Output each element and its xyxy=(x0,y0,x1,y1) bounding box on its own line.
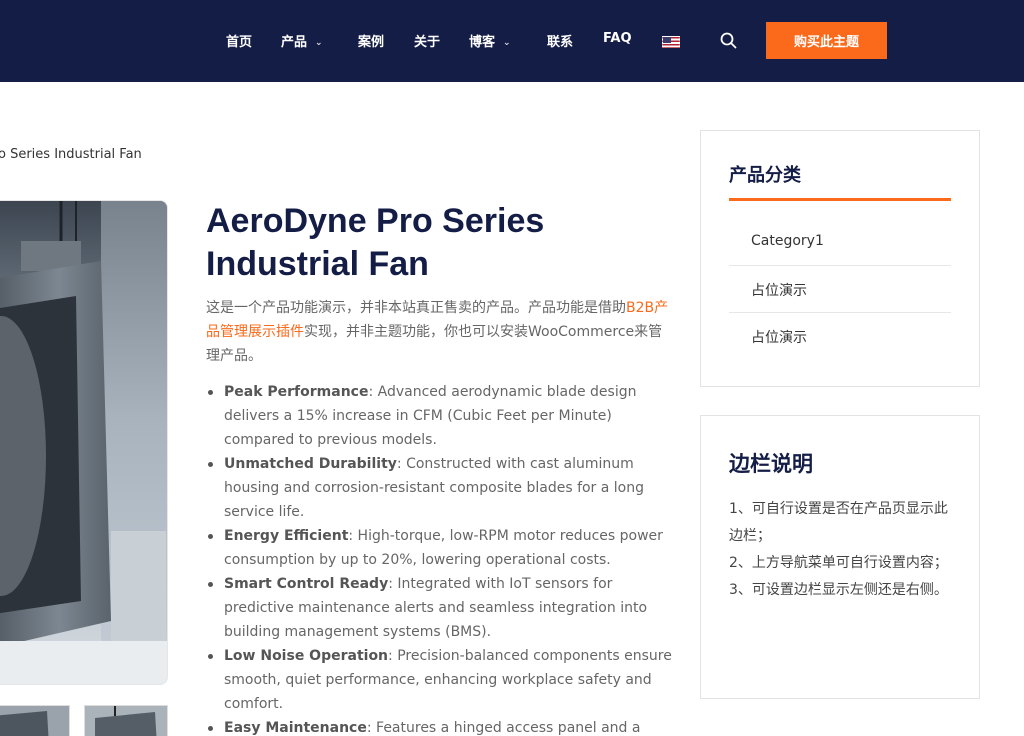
nav-home[interactable]: 首页 xyxy=(226,31,252,50)
product-thumbnail[interactable] xyxy=(84,705,168,736)
nav-faq[interactable]: FAQ xyxy=(603,31,632,46)
category-link[interactable]: 占位演示 xyxy=(729,267,951,313)
thumbnail-image xyxy=(85,706,167,736)
feature-name: Peak Performance xyxy=(224,384,369,400)
categories-title: 产品分类 xyxy=(729,165,801,186)
nav-about[interactable]: 关于 xyxy=(414,31,440,50)
feature-name: Low Noise Operation xyxy=(224,648,389,664)
intro-text: 这是一个产品功能演示，并非本站真正售卖的产品。产品功能是借助 xyxy=(206,300,626,316)
product-main-image[interactable] xyxy=(0,200,168,685)
site-header: 首页 产品 ⌄ 案例 关于 博客 ⌄ 联系 FAQ 购买此主题 xyxy=(0,0,1024,82)
list-item: Smart Control Ready: Integrated with IoT… xyxy=(206,572,676,644)
feature-name: Easy Maintenance xyxy=(224,720,367,736)
chevron-down-icon: ⌄ xyxy=(503,38,511,48)
us-flag-icon[interactable] xyxy=(662,36,680,48)
nav-blog-label: 博客 xyxy=(469,35,496,50)
list-item: Low Noise Operation: Precision-balanced … xyxy=(206,644,676,716)
chevron-down-icon: ⌄ xyxy=(315,38,323,48)
nav-contact[interactable]: 联系 xyxy=(547,31,573,50)
note-item: 1、可自行设置是否在产品页显示此边栏； xyxy=(729,501,948,544)
category-link[interactable]: Category1 xyxy=(729,220,951,266)
product-intro: 这是一个产品功能演示，并非本站真正售卖的产品。产品功能是借助B2B产品管理展示插… xyxy=(206,296,676,368)
breadcrumb: o Series Industrial Fan xyxy=(0,147,142,162)
category-label: 占位演示 xyxy=(751,330,807,346)
list-item: Easy Maintenance: Features a hinged acce… xyxy=(206,716,676,736)
product-title-line2: Industrial Fan xyxy=(206,245,429,283)
note-item: 2、上方导航菜单可自行设置内容； xyxy=(729,555,948,571)
feature-name: Smart Control Ready xyxy=(224,576,389,592)
nav-products[interactable]: 产品 ⌄ xyxy=(281,31,323,50)
product-title: AeroDyne Pro Series Industrial Fan xyxy=(206,200,676,286)
feature-list: Peak Performance: Advanced aerodynamic b… xyxy=(206,380,676,736)
list-item: Unmatched Durability: Constructed with c… xyxy=(206,452,676,524)
search-icon[interactable] xyxy=(720,32,737,49)
product-title-line1: AeroDyne Pro Series xyxy=(206,202,545,240)
thumbnail-image xyxy=(0,706,69,736)
nav-blog[interactable]: 博客 ⌄ xyxy=(469,31,511,50)
category-label: Category1 xyxy=(751,233,824,249)
feature-name: Energy Efficient xyxy=(224,528,349,544)
feature-name: Unmatched Durability xyxy=(224,456,397,472)
category-link[interactable]: 占位演示 xyxy=(729,314,951,360)
buy-theme-button[interactable]: 购买此主题 xyxy=(766,22,887,59)
note-item: 3、可设置边栏显示左侧还是右侧。 xyxy=(729,582,948,598)
industrial-fan-image xyxy=(0,201,167,684)
title-underline xyxy=(729,198,951,201)
category-label: 占位演示 xyxy=(751,283,807,299)
notes-title: 边栏说明 xyxy=(729,452,813,476)
product-thumbnail[interactable] xyxy=(0,705,70,736)
nav-products-label: 产品 xyxy=(281,35,308,50)
list-item: Peak Performance: Advanced aerodynamic b… xyxy=(206,380,676,452)
main-nav: 首页 产品 ⌄ 案例 关于 博客 ⌄ 联系 FAQ 购买此主题 xyxy=(0,0,1024,82)
list-item: Energy Efficient: High-torque, low-RPM m… xyxy=(206,524,676,572)
notes-text: 1、可自行设置是否在产品页显示此边栏； 2、上方导航菜单可自行设置内容； 3、可… xyxy=(729,496,954,604)
nav-cases[interactable]: 案例 xyxy=(358,31,384,50)
